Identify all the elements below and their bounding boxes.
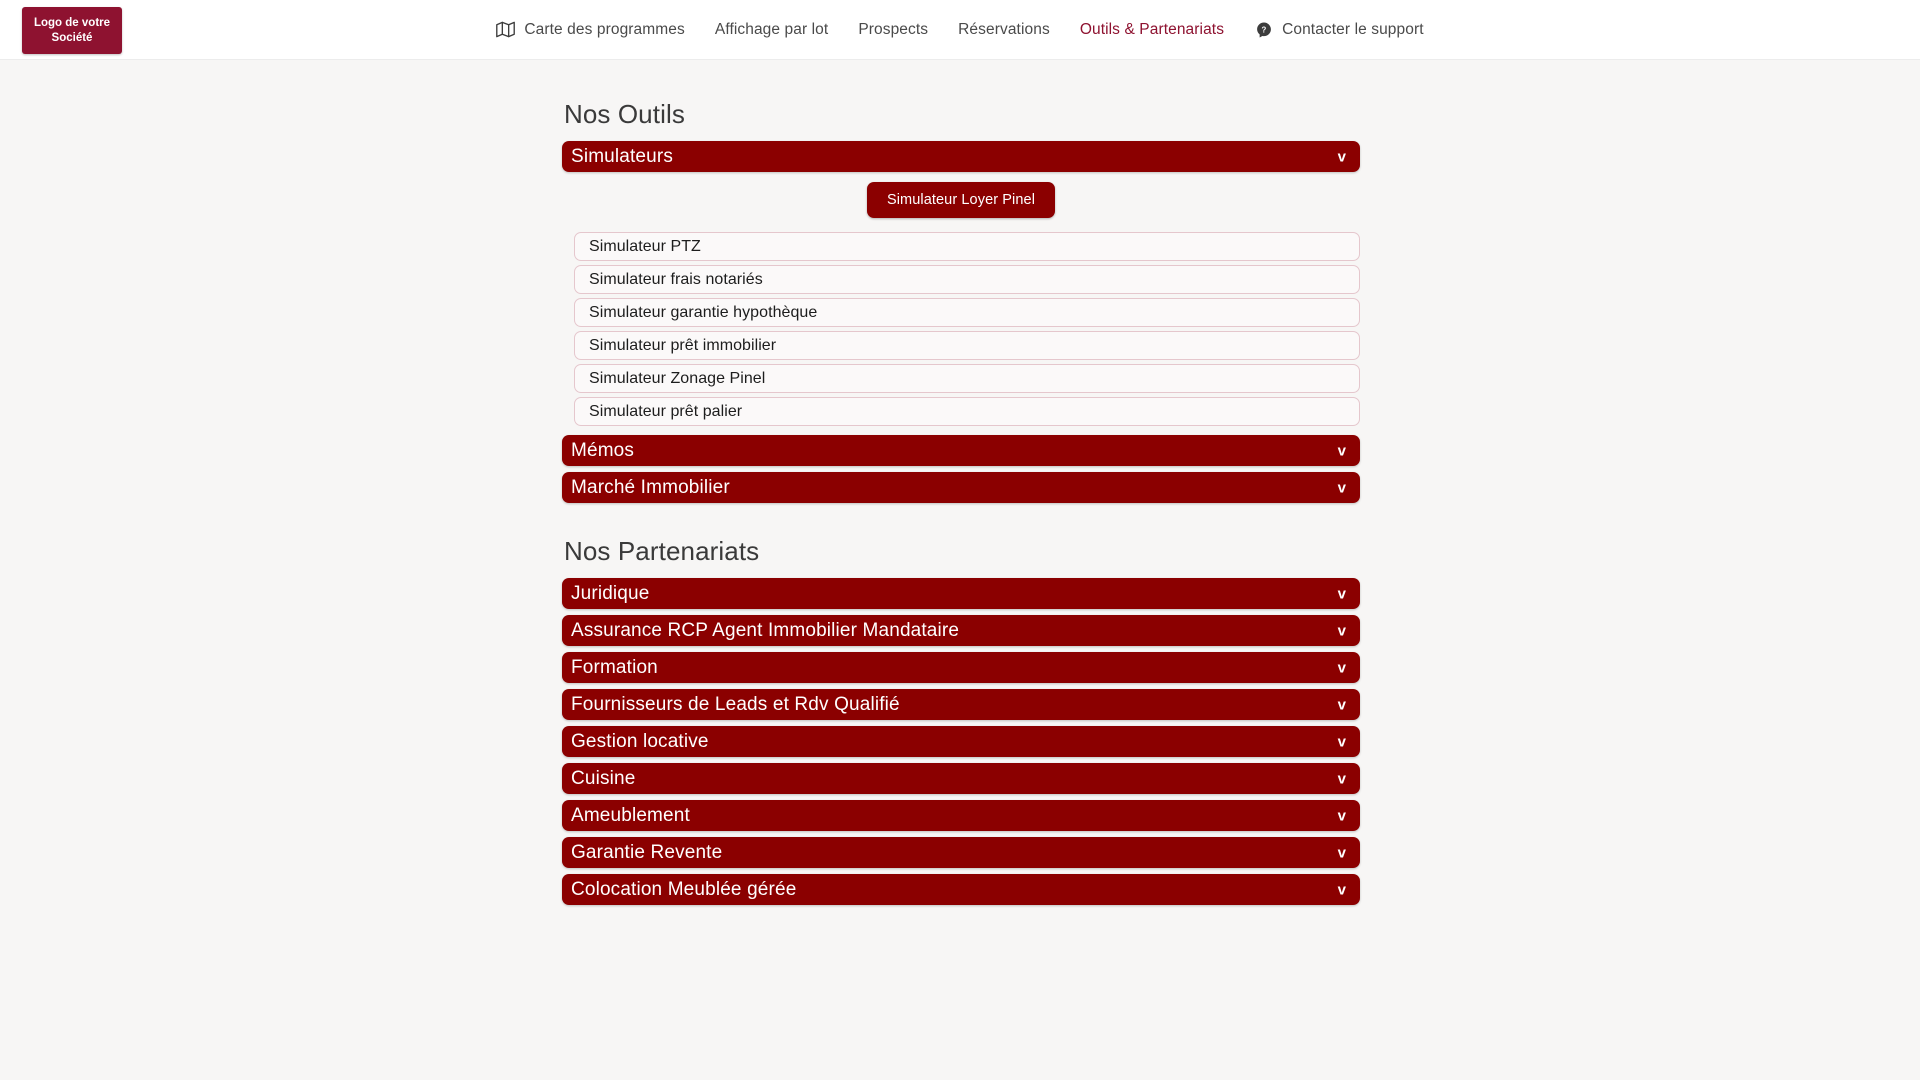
accordion-label: Fournisseurs de Leads et Rdv Qualifié — [571, 694, 900, 715]
accordion-label: Colocation Meublée gérée — [571, 879, 797, 900]
nav-item-label: Prospects — [858, 20, 929, 38]
accordion-label: Garantie Revente — [571, 842, 723, 863]
accordion-header[interactable]: Simulateurs v — [562, 141, 1360, 172]
chevron-down-icon[interactable]: v — [1338, 623, 1346, 638]
nav-item-carte-des-programmes[interactable]: Carte des programmes — [496, 20, 685, 39]
chevron-down-icon[interactable]: v — [1338, 882, 1346, 897]
accordion-label: Mémos — [571, 440, 635, 461]
tool-option-item[interactable]: Simulateur frais notariés — [574, 265, 1360, 294]
accordion-header[interactable]: Cuisine v — [562, 763, 1360, 794]
nav-item-affichage-par-lot[interactable]: Affichage par lot — [715, 21, 828, 39]
accordion-label: Gestion locative — [571, 731, 709, 752]
tool-option-item[interactable]: Simulateur prêt immobilier — [574, 331, 1360, 360]
nav-item-label: Affichage par lot — [714, 20, 829, 38]
accordion-header[interactable]: Juridique v — [562, 578, 1360, 609]
accordion-header[interactable]: Marché Immobilier v — [562, 472, 1360, 503]
tool-option-item[interactable]: Simulateur garantie hypothèque — [574, 298, 1360, 327]
tool-option-list: Simulateur PTZ Simulateur frais notariés S… — [574, 232, 1360, 426]
section-title: Nos Outils — [564, 99, 685, 129]
chevron-down-icon[interactable]: v — [1338, 443, 1346, 458]
tool-option-item[interactable]: Simulateur Zonage Pinel — [574, 364, 1360, 393]
chevron-down-icon[interactable]: v — [1338, 480, 1346, 495]
accordion-label: Marché Immobilier — [571, 477, 730, 498]
logo-line-2: Société — [51, 31, 93, 44]
accordion-panel: Simulateur Loyer Pinel Simulateur PTZ Simu… — [562, 182, 1360, 426]
main-nav: Carte des programmes Affichage par lot Pro… — [496, 0, 1424, 59]
nav-item-prospects[interactable]: Prospects — [858, 21, 928, 39]
accordion-label: Simulateurs — [571, 146, 673, 167]
logo-line-1: Logo de votre — [33, 16, 111, 29]
company-logo[interactable]: Logo de votre Société — [22, 7, 122, 54]
tool-option-item[interactable]: Simulateur prêt palier — [574, 397, 1360, 426]
accordion-label: Juridique — [571, 583, 650, 604]
accordion-header[interactable]: Formation v — [562, 652, 1360, 683]
accordion-header[interactable]: Garantie Revente v — [562, 837, 1360, 868]
content-column: Nos Outils Simulateurs v Simulateur Loyer P… — [560, 99, 1360, 905]
accordion-label: Ameublement — [571, 805, 690, 826]
chevron-down-icon[interactable]: v — [1338, 808, 1346, 823]
chevron-down-icon[interactable]: v — [1338, 149, 1346, 164]
chevron-down-icon[interactable]: v — [1338, 697, 1346, 712]
nav-item-label: Réservations — [958, 20, 1050, 38]
featured-button-row: Simulateur Loyer Pinel — [562, 182, 1360, 218]
accordion-label: Cuisine — [571, 768, 636, 789]
chevron-down-icon[interactable]: v — [1338, 586, 1346, 601]
nav-item-label: Contacter le support — [1282, 20, 1424, 38]
svg-text:?: ? — [1261, 25, 1266, 34]
nav-item-outils-partenariats[interactable]: Outils & Partenariats — [1080, 21, 1224, 39]
tool-option-item[interactable]: Simulateur PTZ — [574, 232, 1360, 261]
accordion-header[interactable]: Ameublement v — [562, 800, 1360, 831]
help-circle-icon: ? — [1254, 20, 1273, 39]
nav-item-r-servations[interactable]: Réservations — [958, 21, 1050, 39]
accordion-label: Assurance RCP Agent Immobilier Mandatair… — [571, 620, 960, 641]
chevron-down-icon[interactable]: v — [1338, 734, 1346, 749]
accordion-header[interactable]: Fournisseurs de Leads et Rdv Qualifié v — [562, 689, 1360, 720]
section-title: Nos Partenariats — [564, 536, 760, 566]
featured-tool-button[interactable]: Simulateur Loyer Pinel — [866, 182, 1056, 218]
nav-item-label: Carte des programmes — [524, 20, 685, 38]
accordion-header[interactable]: Assurance RCP Agent Immobilier Mandatair… — [562, 615, 1360, 646]
chevron-down-icon[interactable]: v — [1338, 771, 1346, 786]
map-icon — [496, 20, 516, 39]
chevron-down-icon[interactable]: v — [1338, 845, 1346, 860]
accordion-header[interactable]: Mémos v — [562, 435, 1360, 466]
chevron-down-icon[interactable]: v — [1338, 660, 1346, 675]
nav-item-contacter-le-support[interactable]: ? Contacter le support — [1254, 20, 1424, 39]
accordion-header[interactable]: Gestion locative v — [562, 726, 1360, 757]
nav-item-label: Outils & Partenariats — [1079, 20, 1225, 38]
page-body: Nos Outils Simulateurs v Simulateur Loyer P… — [0, 60, 1920, 905]
accordion-header[interactable]: Colocation Meublée gérée v — [562, 874, 1360, 905]
top-navigation-bar: Logo de votre Société Carte des programm… — [0, 0, 1920, 60]
accordion-label: Formation — [571, 657, 658, 678]
